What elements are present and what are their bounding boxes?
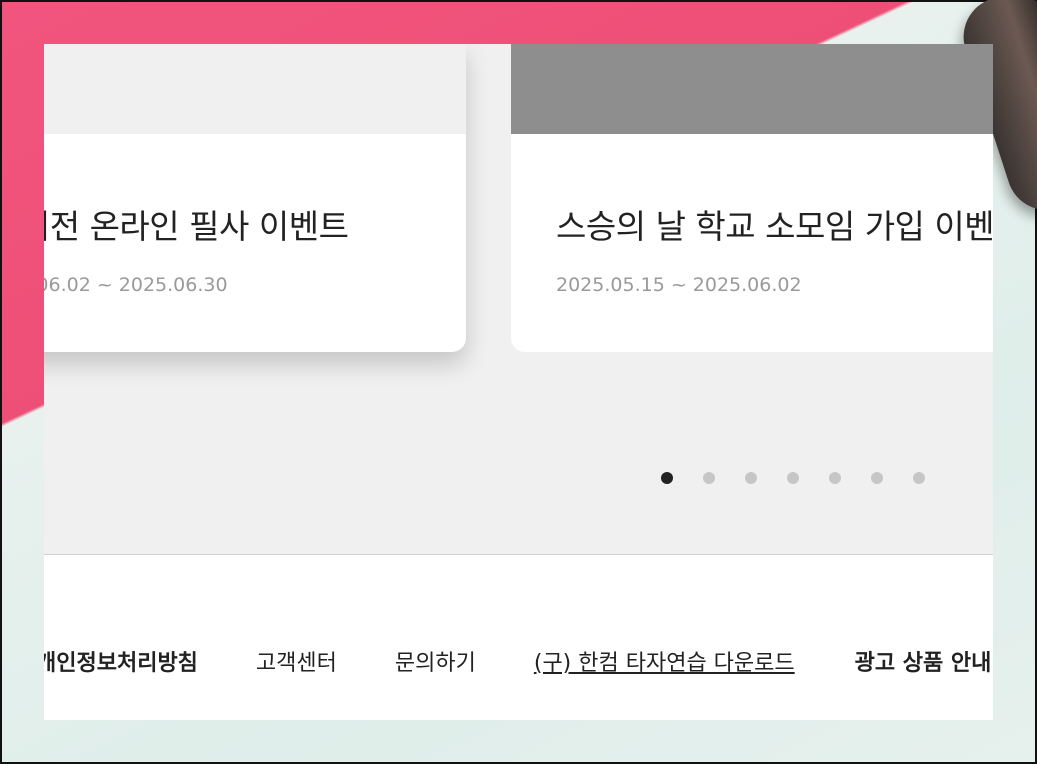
slider-dot-3[interactable] — [745, 472, 757, 484]
slider-pagination — [661, 472, 925, 484]
footer-link-ad-products[interactable]: 광고 상품 안내 — [855, 645, 992, 677]
footer-link-inquiry[interactable]: 문의하기 — [395, 645, 476, 677]
slider-dot-1[interactable] — [661, 472, 673, 484]
slider-dot-5[interactable] — [829, 472, 841, 484]
event-card-date: 2025.05.15 ~ 2025.06.02 — [556, 274, 802, 296]
footer-link-typing-download[interactable]: (구) 한컴 타자연습 다운로드 — [534, 645, 795, 677]
slider-dot-2[interactable] — [703, 472, 715, 484]
slider-dot-6[interactable] — [871, 472, 883, 484]
event-card-2[interactable]: 스승의 날 학교 소모임 가입 이벤트 2025.05.15 ~ 2025.06… — [511, 44, 993, 352]
event-card-thumbnail — [44, 44, 466, 134]
footer-link-privacy-policy[interactable]: 개인정보처리방침 — [44, 645, 198, 677]
footer-link-customer-center[interactable]: 고객센터 — [256, 645, 337, 677]
event-card-title: 스승의 날 학교 소모임 가입 이벤트 — [556, 207, 993, 246]
event-card-thumbnail — [511, 44, 993, 134]
site-footer: 개인정보처리방침 고객센터 문의하기 (구) 한컴 타자연습 다운로드 광고 상… — [44, 554, 993, 720]
event-card-title: 도서전 온라인 필사 이벤트 — [44, 207, 349, 246]
footer-links: 개인정보처리방침 고객센터 문의하기 (구) 한컴 타자연습 다운로드 광고 상… — [44, 645, 991, 677]
page-frame: 도서전 온라인 필사 이벤트 2025.06.02 ~ 2025.06.30 스… — [44, 44, 993, 720]
event-card-date: 2025.06.02 ~ 2025.06.30 — [44, 274, 228, 296]
slider-dot-7[interactable] — [913, 472, 925, 484]
event-card-1[interactable]: 도서전 온라인 필사 이벤트 2025.06.02 ~ 2025.06.30 — [44, 44, 466, 352]
slider-dot-4[interactable] — [787, 472, 799, 484]
